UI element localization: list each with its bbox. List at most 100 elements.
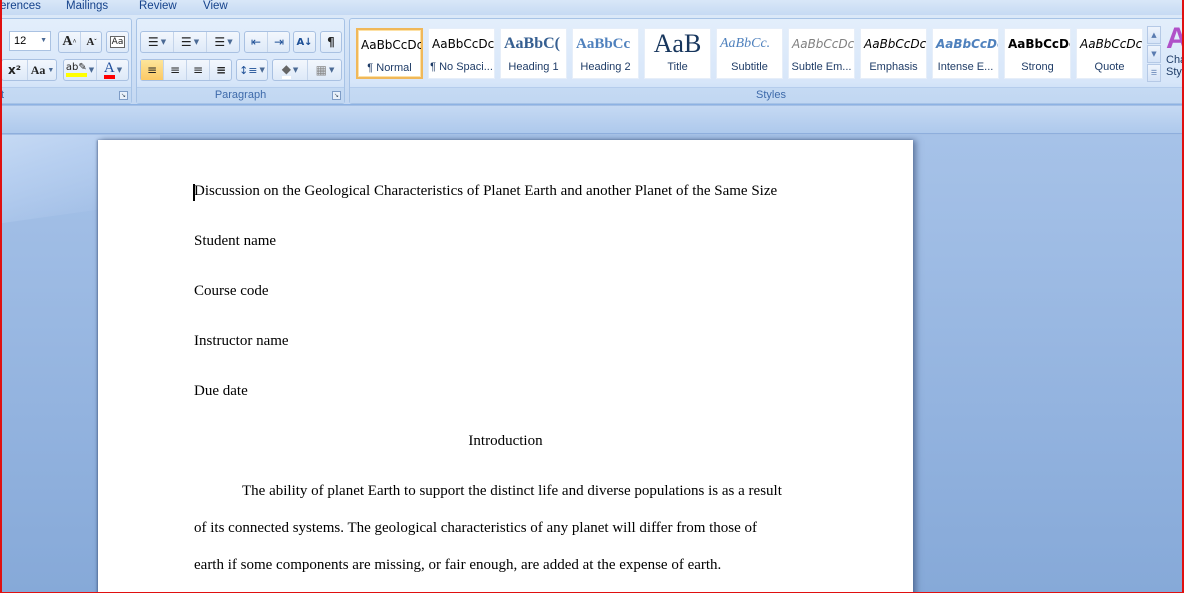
clear-formatting-button[interactable]: Aa <box>107 32 128 52</box>
styles-group-label: Styles <box>350 87 1184 103</box>
font-color-button[interactable]: A ▼ <box>97 60 129 80</box>
tab-review[interactable]: Review <box>139 0 177 13</box>
shrink-font-button[interactable]: Aˇ <box>81 32 102 52</box>
paragraph-line-2[interactable]: of its connected systems. The geological… <box>194 520 757 537</box>
tab-view[interactable]: View <box>203 0 228 13</box>
color-buttons: ab✎ ▼ A ▼ <box>63 59 129 81</box>
alignment-buttons: ≡ ≡ ≡ ≡ <box>140 59 232 81</box>
change-case-button[interactable]: Aa ▼ <box>28 60 57 80</box>
tab-references[interactable]: erences <box>0 0 41 13</box>
multilevel-list-icon: ☰ <box>214 35 226 49</box>
numbering-button[interactable]: ☰ ▼ <box>174 32 207 52</box>
style-title[interactable]: AaB Title <box>644 28 711 79</box>
gallery-scroll-up-button[interactable]: ▲ <box>1147 26 1161 44</box>
style-name: Strong <box>1021 61 1054 73</box>
gallery-scroll-down-button[interactable]: ▼ <box>1147 45 1161 63</box>
style-name: ¶ Normal <box>367 62 412 74</box>
style-sample: AaBbCc. <box>720 36 771 51</box>
document-page[interactable]: Discussion on the Geological Characteris… <box>98 140 913 593</box>
paragraph-line-3[interactable]: earth if some components are missing, or… <box>194 557 721 574</box>
clear-formatting-box: Aa <box>106 31 129 53</box>
due-date-line[interactable]: Due date <box>194 383 248 400</box>
decrease-indent-icon: ⇤ <box>250 35 262 49</box>
style-no-spacing[interactable]: AaBbCcDc ¶ No Spaci... <box>428 28 495 79</box>
style-name: Heading 2 <box>580 61 631 73</box>
style-emphasis[interactable]: AaBbCcDc Emphasis <box>860 28 927 79</box>
gallery-more-button[interactable]: ☰ <box>1147 64 1161 82</box>
multilevel-list-button[interactable]: ☰ ▼ <box>207 32 240 52</box>
gallery-scrollbar: ▲ ▼ ☰ <box>1147 26 1161 84</box>
introduction-heading[interactable]: Introduction <box>98 433 913 450</box>
font-color-icon: A <box>103 60 115 79</box>
style-intense-emphasis[interactable]: AaBbCcDc Intense E... <box>932 28 999 79</box>
style-name: Heading 1 <box>508 61 559 73</box>
align-left-icon: ≡ <box>146 63 158 77</box>
font-size-input[interactable]: 12 ▼ <box>9 31 51 51</box>
increase-indent-button[interactable]: ⇥ <box>268 32 290 52</box>
eraser-icon: Aa <box>109 36 126 48</box>
style-normal[interactable]: AaBbCcDc ¶ Normal <box>356 28 423 79</box>
justify-icon: ≡ <box>215 63 227 77</box>
document-workspace: Discussion on the Geological Characteris… <box>0 135 1184 593</box>
course-code-line[interactable]: Course code <box>194 283 269 300</box>
font-group: 12 ▼ A ^ Aˇ Aa x² Aa ▼ ab✎ ▼ A ▼ t ↘ <box>0 18 132 104</box>
instructor-name-line[interactable]: Instructor name <box>194 333 289 350</box>
font-group-label: t <box>0 87 131 103</box>
style-name: Subtitle <box>731 61 768 73</box>
borders-icon: ▦ <box>315 63 327 77</box>
style-heading-2[interactable]: AaBbCc Heading 2 <box>572 28 639 79</box>
style-name: Emphasis <box>869 61 918 73</box>
tab-mailings[interactable]: Mailings <box>66 0 108 13</box>
sort-box: A↓ <box>293 31 316 53</box>
style-sample: AaBbCc <box>576 36 631 52</box>
shrink-font-icon: A <box>86 36 95 48</box>
paint-bucket-icon: ◆ <box>281 62 291 79</box>
style-heading-1[interactable]: AaBbC( Heading 1 <box>500 28 567 79</box>
paragraph-dialog-launcher[interactable]: ↘ <box>332 91 341 100</box>
line-spacing-icon: ↕≡ <box>239 63 258 77</box>
borders-button[interactable]: ▦ ▼ <box>308 60 342 80</box>
numbering-icon: ☰ <box>180 35 192 49</box>
font-size-buttons: A ^ Aˇ <box>58 31 102 53</box>
font-dialog-launcher[interactable]: ↘ <box>119 91 128 100</box>
student-name-line[interactable]: Student name <box>194 233 276 250</box>
align-right-button[interactable]: ≡ <box>187 60 210 80</box>
grow-font-button[interactable]: A ^ <box>59 32 81 52</box>
grow-font-icon: A <box>62 34 73 49</box>
paragraph-line-1[interactable]: The ability of planet Earth to support t… <box>242 483 782 500</box>
paragraph-group: ☰ ▼ ☰ ▼ ☰ ▼ ⇤ ⇥ A↓ ¶ ≡ ≡ ≡ ≡ ↕≡ ▼ ◆ ▼ ▦ ▼ Para… <box>136 18 345 104</box>
styles-group: AaBbCcDc ¶ Normal AaBbCcDc ¶ No Spaci...… <box>349 18 1184 104</box>
change-case-icon: Aa <box>30 62 46 77</box>
paragraph-group-label: Paragraph <box>137 87 344 103</box>
style-quote[interactable]: AaBbCcDc Quote <box>1076 28 1143 79</box>
style-name: Title <box>667 61 688 73</box>
align-center-button[interactable]: ≡ <box>164 60 187 80</box>
style-subtitle[interactable]: AaBbCc. Subtitle <box>716 28 783 79</box>
indent-buttons: ⇤ ⇥ <box>244 31 290 53</box>
superscript-button[interactable]: x² <box>2 60 28 80</box>
sort-icon: A↓ <box>296 36 313 48</box>
style-subtle-emphasis[interactable]: AaBbCcDc Subtle Em... <box>788 28 855 79</box>
style-sample: AaBbCcDc <box>792 37 854 51</box>
document-title-line[interactable]: Discussion on the Geological Characteris… <box>194 183 777 200</box>
highlight-button[interactable]: ab✎ ▼ <box>64 60 97 80</box>
decrease-indent-button[interactable]: ⇤ <box>245 32 268 52</box>
shading-button[interactable]: ◆ ▼ <box>273 60 308 80</box>
style-name: Intense E... <box>937 61 994 73</box>
bullets-icon: ☰ <box>147 35 159 49</box>
style-sample: AaBbC( <box>504 35 561 52</box>
style-sample: AaBbCcDc <box>864 37 926 51</box>
show-formatting-marks-button[interactable]: ¶ <box>321 32 341 52</box>
increase-indent-icon: ⇥ <box>273 35 285 49</box>
align-left-button[interactable]: ≡ <box>141 60 164 80</box>
style-strong[interactable]: AaBbCcDc Strong <box>1004 28 1071 79</box>
window-border-left <box>0 0 2 593</box>
line-spacing-button[interactable]: ↕≡ ▼ <box>237 60 267 80</box>
chevron-down-icon[interactable]: ▼ <box>40 32 47 50</box>
style-name: Subtle Em... <box>791 61 852 73</box>
justify-button[interactable]: ≡ <box>210 60 232 80</box>
bullets-button[interactable]: ☰ ▼ <box>141 32 174 52</box>
sort-button[interactable]: A↓ <box>294 32 315 52</box>
style-sample: AaBbCcDc <box>1008 37 1070 51</box>
ribbon: 12 ▼ A ^ Aˇ Aa x² Aa ▼ ab✎ ▼ A ▼ t ↘ ☰ ▼ ☰ ▼ <box>0 15 1184 105</box>
